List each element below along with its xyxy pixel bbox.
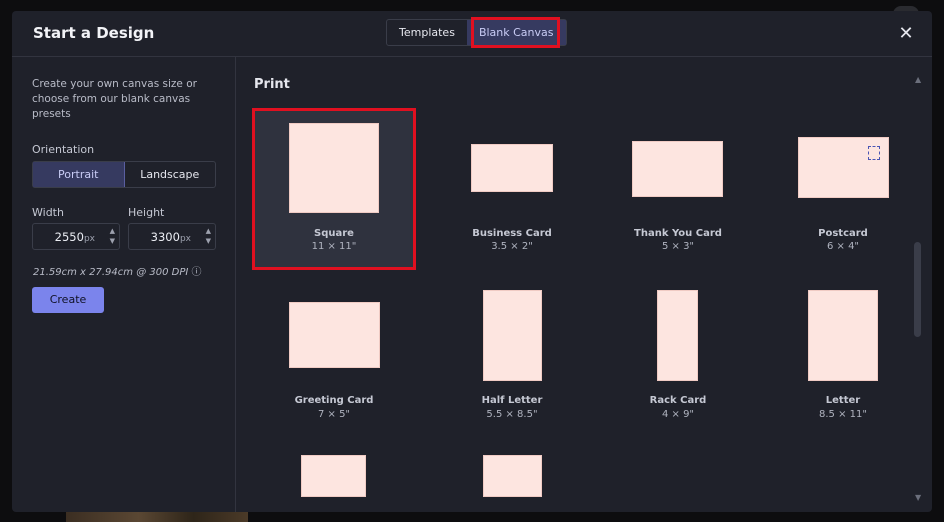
height-unit: px [179,234,191,244]
preset-name: Postcard [818,228,868,239]
dimension-info: 21.59cm x 27.94cm @ 300 DPI ⓘ [33,263,202,278]
height-stepper-icon[interactable]: ▲ ▼ [206,226,211,246]
preset-card-partial[interactable] [255,452,413,512]
scroll-up-icon[interactable]: ▲ [915,75,921,84]
stamp-icon [868,146,880,160]
preset-panel: Print ▲ Square 11 × 11" Business Card 3.… [237,57,932,512]
preset-name: Greeting Card [294,395,374,406]
preset-name: Half Letter [481,395,543,406]
tab-templates[interactable]: Templates [387,20,467,45]
preset-name: Square [314,228,354,239]
preset-shape-greeting-card [289,302,380,368]
preset-shape-square [289,123,379,213]
preset-shape-postcard [798,137,889,198]
preset-shape-rack-card [657,290,698,381]
preset-size: 8.5 × 11" [819,409,867,420]
orientation-toggle: Portrait Landscape [32,161,216,188]
scrollbar-thumb[interactable] [914,242,921,337]
preset-shape-half-letter [483,290,542,381]
close-icon[interactable]: ✕ [896,24,916,44]
preset-card-greeting-card[interactable]: Greeting Card 7 × 5" [255,285,413,435]
dimension-info-text: 21.59cm x 27.94cm @ 300 DPI [33,267,189,278]
preset-card-half-letter[interactable]: Half Letter 5.5 × 8.5" [433,285,591,435]
modal-header: Start a Design Templates Blank Canvas ✕ [12,11,932,57]
orientation-label: Orientation [32,143,95,156]
preset-name: Letter [825,395,861,406]
orientation-landscape-button[interactable]: Landscape [125,162,216,187]
preset-card-business-card[interactable]: Business Card 3.5 × 2" [433,111,591,267]
create-button[interactable]: Create [32,287,104,313]
preset-size: 11 × 11" [311,241,357,252]
info-icon[interactable]: ⓘ [192,267,202,278]
preset-card-thank-you-card[interactable]: Thank You Card 5 × 3" [599,111,757,267]
tab-switcher: Templates Blank Canvas [386,19,567,46]
height-label: Height [128,206,165,219]
height-value: 3300 [150,230,180,244]
width-label: Width [32,206,64,219]
orientation-portrait-button[interactable]: Portrait [33,162,125,187]
left-panel: Create your own canvas size or choose fr… [12,57,236,512]
preset-shape-thank-you-card [632,141,723,197]
preset-shape-partial [301,455,366,497]
width-value: 2550 [54,230,84,244]
height-field[interactable]: 3300px ▲ ▼ [128,223,216,250]
section-heading-print: Print [254,77,290,92]
preset-shape-partial [483,455,542,497]
preset-card-postcard[interactable]: Postcard 6 × 4" [764,111,922,267]
width-stepper-icon[interactable]: ▲ ▼ [110,226,115,246]
modal-title: Start a Design [33,24,155,42]
preset-name: Rack Card [649,395,707,406]
preset-size: 4 × 9" [661,409,695,420]
preset-size: 3.5 × 2" [491,241,533,252]
preset-size: 5.5 × 8.5" [486,409,538,420]
preset-size: 6 × 4" [826,241,860,252]
preset-card-letter[interactable]: Letter 8.5 × 11" [764,285,922,435]
preset-size: 7 × 5" [317,409,351,420]
preset-name: Business Card [472,228,552,239]
preset-card-rack-card[interactable]: Rack Card 4 × 9" [599,285,757,435]
preset-shape-business-card [471,144,553,192]
start-design-modal: Start a Design Templates Blank Canvas ✕ … [12,11,932,512]
preset-card-partial[interactable] [433,452,591,512]
preset-shape-letter [808,290,878,381]
canvas-description: Create your own canvas size or choose fr… [32,78,197,120]
width-field[interactable]: 2550px ▲ ▼ [32,223,120,250]
tab-blank-canvas[interactable]: Blank Canvas [466,20,566,45]
preset-card-square[interactable]: Square 11 × 11" [255,111,413,267]
scroll-down-icon[interactable]: ▼ [915,493,921,502]
width-unit: px [83,234,95,244]
preset-name: Thank You Card [634,228,722,239]
preset-size: 5 × 3" [661,241,695,252]
